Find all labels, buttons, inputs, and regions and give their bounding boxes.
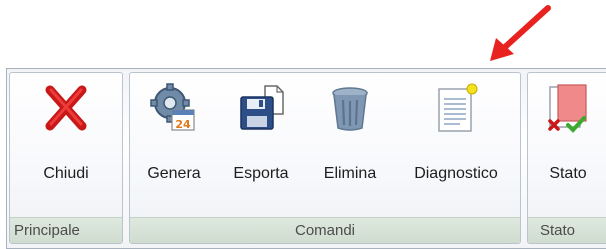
trash-icon bbox=[332, 87, 368, 131]
red-arrow-annotation bbox=[490, 5, 551, 61]
esporta-button-label: Esporta bbox=[233, 165, 289, 182]
svg-text:24: 24 bbox=[175, 118, 191, 131]
gear-calendar-icon: 24 bbox=[150, 83, 195, 131]
group-comandi: 24 Genera Esporta Elimina Diagnostico Co… bbox=[129, 72, 521, 244]
ribbon-toolbar: Chiudi Principale 24 Genera Esporta Elim… bbox=[6, 68, 606, 249]
diagnostico-button[interactable]: Diagnostico bbox=[400, 73, 512, 221]
status-icon bbox=[548, 84, 587, 133]
group-caption-comandi: Comandi bbox=[130, 217, 520, 243]
esporta-button[interactable]: Esporta bbox=[220, 73, 302, 221]
stato-button-label: Stato bbox=[549, 165, 587, 182]
group-principale: Chiudi Principale bbox=[9, 72, 123, 244]
stato-button[interactable]: Stato bbox=[528, 73, 606, 221]
diagnostico-button-label: Diagnostico bbox=[414, 165, 498, 182]
close-button[interactable]: Chiudi bbox=[10, 73, 122, 221]
elimina-button[interactable]: Elimina bbox=[310, 73, 390, 221]
close-icon bbox=[45, 85, 87, 131]
elimina-button-label: Elimina bbox=[323, 165, 377, 182]
genera-button[interactable]: 24 Genera bbox=[136, 73, 212, 221]
genera-button-label: Genera bbox=[147, 165, 201, 182]
group-stato: Stato Stato bbox=[527, 72, 606, 244]
group-caption-principale: Principale bbox=[10, 217, 122, 243]
document-icon bbox=[438, 83, 478, 132]
floppy-export-icon bbox=[240, 85, 284, 130]
group-caption-stato: Stato bbox=[528, 217, 606, 243]
close-button-label: Chiudi bbox=[43, 165, 89, 182]
